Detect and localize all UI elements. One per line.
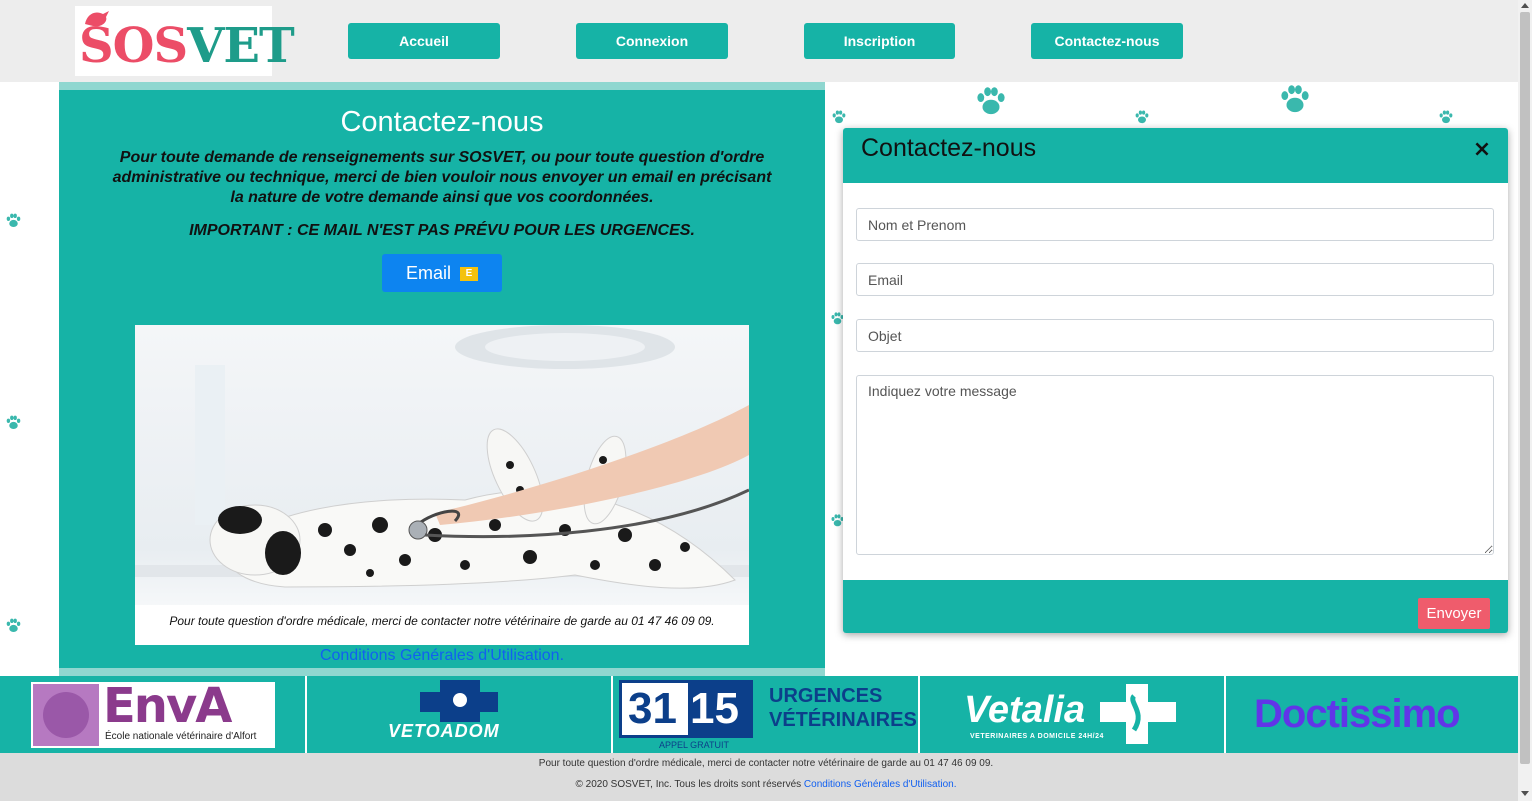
close-icon[interactable]: × [1470, 138, 1494, 162]
nav-inscription-button[interactable]: Inscription [804, 23, 955, 59]
scroll-down-icon[interactable] [1521, 791, 1529, 796]
paw-icon [5, 414, 22, 431]
vetalia-logo[interactable]: Vetalia VETERINAIRES A DOMICILE 24H/24 [962, 682, 1184, 748]
paw-icon [1438, 109, 1454, 125]
logo-wordmark: SOSVET [79, 18, 295, 74]
urgent-warning-text: IMPORTANT : CE MAIL N'EST PAS PRÉVU POUR… [189, 222, 695, 239]
photo-caption: Pour toute question d'ordre médicale, me… [169, 614, 715, 628]
doctissimo-logo[interactable]: Doctissimo [1254, 690, 1504, 740]
partner-logos-bar: EnvA École nationale vétérinaire d'Alfor… [0, 676, 1518, 753]
email-button[interactable]: Email E [382, 254, 502, 292]
footer-emergency-text: Pour toute question d'ordre médicale, me… [538, 758, 994, 769]
send-button[interactable]: Envoyer [1418, 598, 1490, 629]
footer-cgu-link[interactable]: Conditions Générales d'Utilisation. [804, 779, 957, 790]
modal-header: Contactez-nous × [843, 128, 1508, 183]
contact-modal: Contactez-nous × Envoyer [843, 128, 1508, 633]
contact-intro-text: Pour toute demande de renseignements sur… [112, 149, 772, 206]
vetoadom-logo[interactable]: VETOADOM [380, 678, 540, 750]
scroll-up-icon[interactable] [1521, 3, 1529, 8]
message-field[interactable] [856, 375, 1494, 555]
enva-crest-icon [33, 684, 99, 746]
modal-footer: Envoyer [843, 580, 1508, 633]
page-scrollbar[interactable] [1518, 0, 1532, 801]
scroll-thumb[interactable] [1520, 12, 1530, 764]
dalmatian-exam-illustration [135, 325, 749, 645]
site-footer: Pour toute question d'ordre médicale, me… [0, 753, 1518, 801]
subject-field[interactable] [856, 319, 1494, 352]
paw-icon [974, 84, 1008, 118]
cgu-link[interactable]: Conditions Générales d'Utilisation. [59, 646, 825, 666]
paw-icon [1134, 109, 1150, 125]
name-field[interactable] [856, 208, 1494, 241]
paw-icon [5, 617, 22, 634]
modal-title: Contactez-nous [861, 134, 1037, 162]
paw-icon [5, 212, 22, 229]
email-field[interactable] [856, 263, 1494, 296]
urgences-3115-logo[interactable]: 31 15 APPEL GRATUIT URGENCES VÉTÉRINAIRE… [617, 680, 919, 752]
sosvet-logo[interactable]: SOSVET [75, 6, 295, 76]
cross-icon [1100, 684, 1176, 744]
paw-icon [831, 109, 847, 125]
vet-dog-photo: Pour toute question d'ordre médicale, me… [135, 325, 749, 645]
nav-contactez-nous-button[interactable]: Contactez-nous [1031, 23, 1183, 59]
enva-logo[interactable]: EnvA École nationale vétérinaire d'Alfor… [31, 682, 275, 748]
site-header: SOSVET Accueil Connexion Inscription Con… [0, 0, 1518, 82]
medical-cross-icon [420, 680, 498, 722]
contact-info-panel: Contactez-nous Pour toute demande de ren… [59, 82, 825, 676]
footer-copyright: © 2020 SOSVET, Inc. Tous les droits sont… [575, 779, 957, 790]
nav-accueil-button[interactable]: Accueil [348, 23, 500, 59]
email-icon: E [460, 267, 479, 282]
nav-connexion-button[interactable]: Connexion [576, 23, 728, 59]
paw-icon [1278, 82, 1312, 116]
contact-title: Contactez-nous [340, 106, 544, 138]
